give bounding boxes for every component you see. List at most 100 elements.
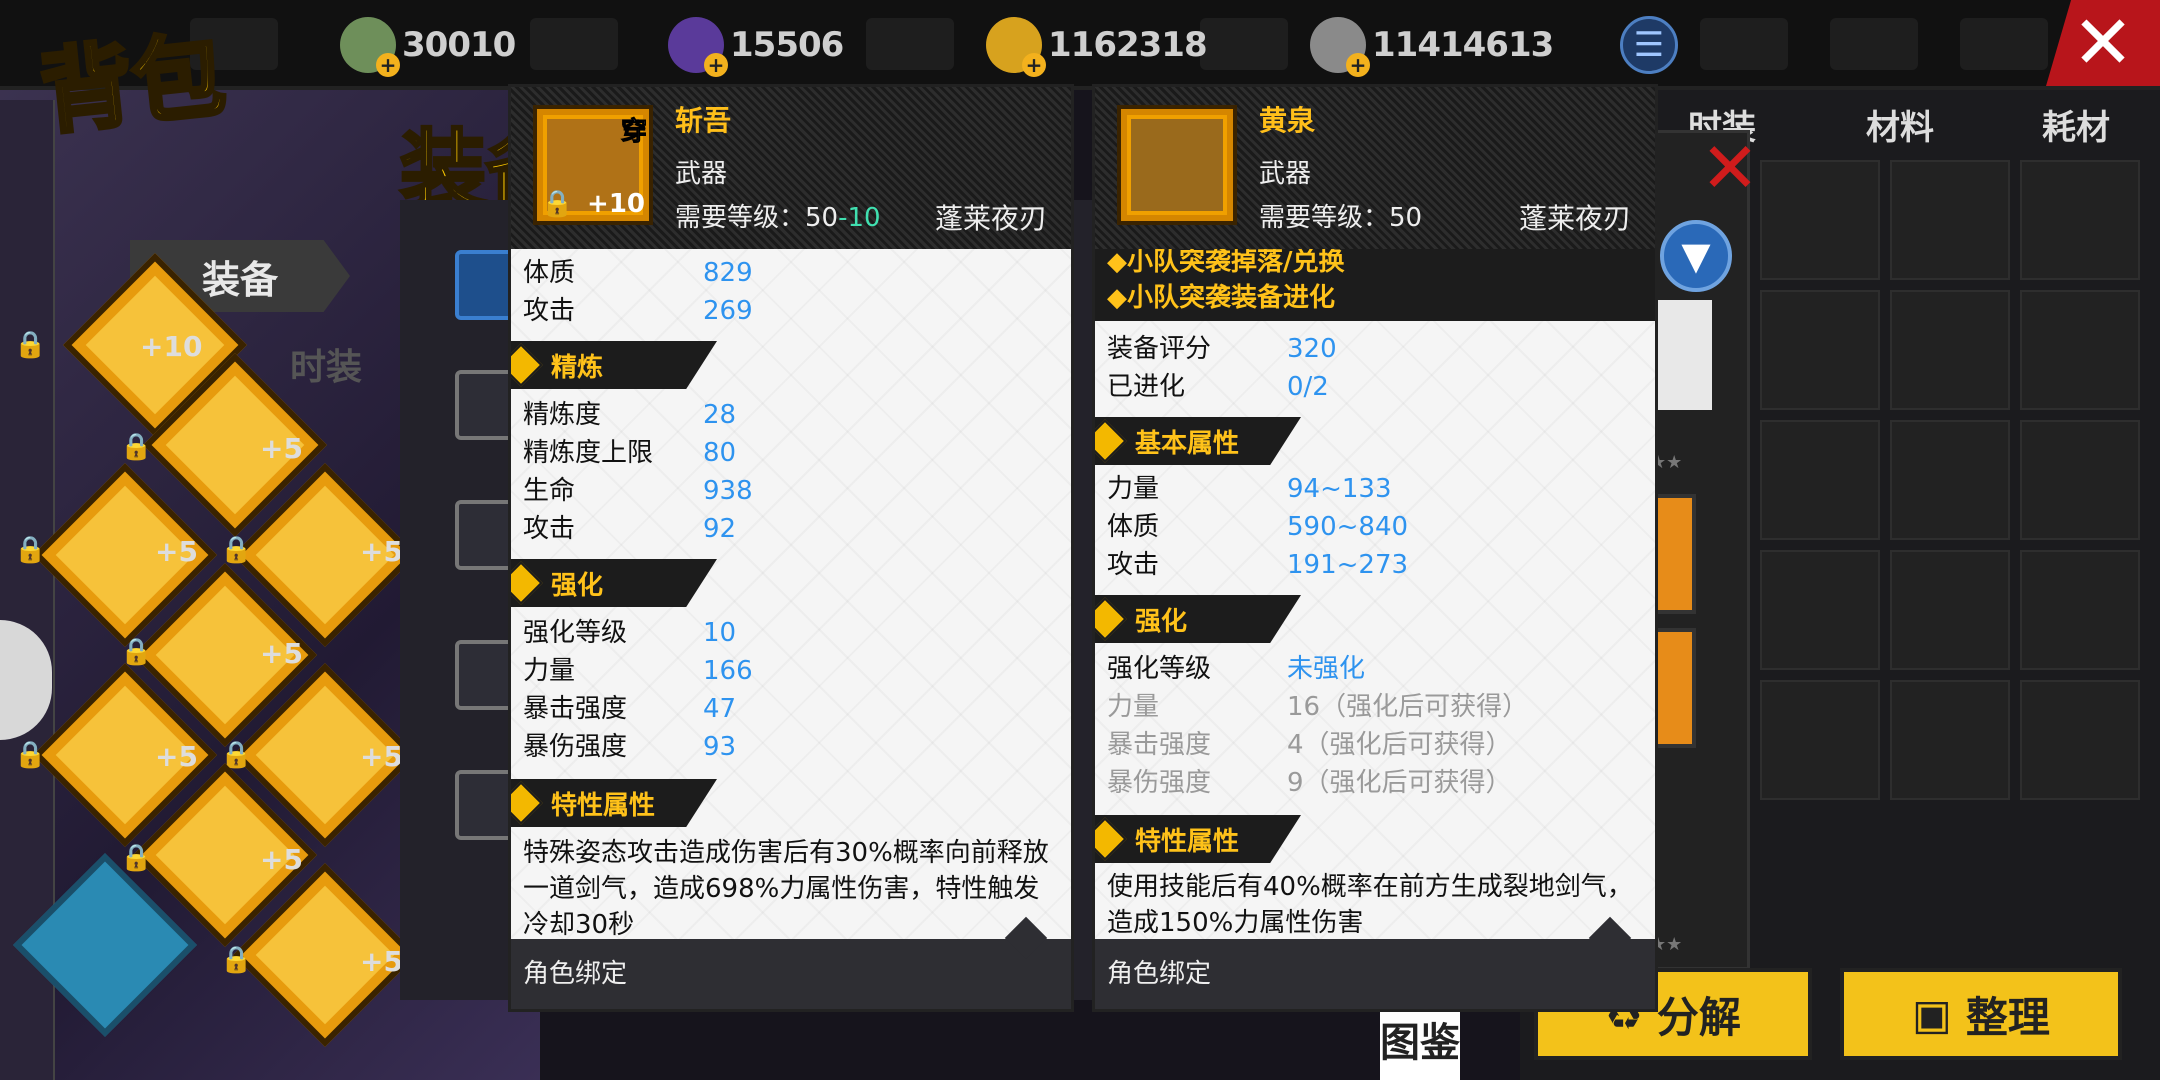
bar-slot: [1200, 18, 1288, 70]
stat-value: 80: [703, 438, 737, 468]
inventory-cell[interactable]: [1890, 160, 2010, 280]
tooltip-body: 体质 829 攻击 269 精炼 精炼度 28 精炼度上限 80 生命 938 攻击 92 …: [511, 249, 1071, 945]
inventory-cell[interactable]: [1890, 290, 2010, 410]
star-icon: [511, 561, 543, 605]
currency-value: 30010: [402, 25, 516, 65]
bar-slot: [1700, 18, 1788, 70]
inventory-cell[interactable]: [1760, 680, 1880, 800]
stat-value: 未强化: [1287, 654, 1366, 684]
section-header-enhance: 强化: [1095, 595, 1301, 643]
required-level-label: 需要等级：: [1259, 203, 1390, 233]
inventory-cell[interactable]: [2020, 550, 2140, 670]
stat-name: 装备评分: [1107, 334, 1212, 364]
item-set: 蓬莱夜刃: [934, 202, 1047, 235]
stat-name: 生命: [523, 476, 576, 506]
source-link[interactable]: ◆小队突袭装备进化: [1107, 277, 1335, 314]
source-links: ◆小队突袭掉落/兑换 ◆小队突袭装备进化: [1095, 249, 1655, 321]
slot-level: +5: [360, 740, 403, 773]
bar-slot: [530, 18, 618, 70]
currency-silver[interactable]: + 11414613: [1310, 14, 1554, 77]
stat-value: 4（强化后可获得）: [1287, 730, 1512, 760]
stat-value: 93: [703, 732, 737, 762]
decompose-label: 分解: [1656, 992, 1741, 1042]
atlas-button[interactable]: 图鉴: [1380, 1010, 1460, 1080]
tooltip-body: ◆小队突袭掉落/兑换 ◆小队突袭装备进化 装备评分 320 已进化 0/2 基本属性…: [1095, 249, 1655, 945]
slot-level: +5: [360, 945, 403, 978]
required-level: 需要等级：50: [1259, 197, 1422, 234]
stat-name: 力量: [1107, 692, 1160, 722]
equipped-badge: 穿: [620, 117, 647, 148]
inventory-cell[interactable]: [1890, 680, 2010, 800]
currency-crystal[interactable]: + 15506: [668, 14, 844, 77]
inventory-cell[interactable]: [1760, 550, 1880, 670]
gold-coin-icon: +: [986, 17, 1046, 77]
currency-bar: + 30010 + 15506 + 1162318 + 11414613: [0, 0, 2160, 90]
inventory-cell[interactable]: [1760, 290, 1880, 410]
lock-icon: 🔒: [220, 945, 253, 975]
required-level-value: 50: [1389, 203, 1423, 233]
trait-description: 使用技能后有40%概率在前方生成裂地剑气，造成150%力属性伤害: [1107, 872, 1633, 938]
item-name: 黄泉: [1259, 104, 1316, 137]
tab-materials[interactable]: 材料: [1866, 100, 1934, 149]
lock-icon: 🔒: [120, 432, 153, 462]
currency-gold[interactable]: + 1162318: [986, 14, 1208, 77]
slot-level: +10: [140, 330, 203, 363]
close-icon[interactable]: ✕: [1700, 133, 1760, 203]
item-tooltip-equipped: 穿 🔒 +10 斩吾 武器 需要等级：50-10 蓬莱夜刃 体质 829 攻击 26…: [508, 84, 1074, 1012]
section-header-base: 基本属性: [1095, 417, 1301, 465]
source-link[interactable]: ◆小队突袭掉落/兑换: [1107, 249, 1345, 278]
section-header-trait: 特性属性: [511, 779, 717, 827]
stat-value: 938: [703, 476, 753, 506]
section-title: 特性属性: [551, 791, 656, 821]
section-title: 精炼: [551, 353, 604, 383]
required-level-label: 需要等级：: [675, 203, 806, 233]
page-title: 背包: [34, 19, 232, 150]
section-title: 强化: [1135, 607, 1188, 637]
tab-consumables[interactable]: 耗材: [2042, 100, 2110, 149]
slot-level: +5: [260, 637, 303, 670]
trait-description: 特殊姿态攻击造成伤害后有30%概率向前释放一道剑气，造成698%力属性伤害，特性…: [523, 838, 1049, 940]
lock-icon: 🔒: [14, 535, 47, 565]
section-header-enhance: 强化: [511, 559, 717, 607]
currency-cash[interactable]: + 30010: [340, 14, 516, 77]
bar-slot: [866, 18, 954, 70]
item-set: 蓬莱夜刃: [1518, 202, 1631, 235]
tooltip-header: 穿 🔒 +10 斩吾 武器 需要等级：50-10 蓬莱夜刃: [511, 87, 1071, 249]
stat-value: 166: [703, 656, 753, 686]
inventory-cell[interactable]: [1760, 160, 1880, 280]
bar-slot: [1960, 18, 2048, 70]
item-type: 武器: [1259, 159, 1312, 189]
currency-value: 15506: [730, 25, 844, 65]
stat-value: 590~840: [1287, 512, 1409, 542]
stat-value: 191~273: [1287, 550, 1409, 580]
inventory-cell[interactable]: [2020, 680, 2140, 800]
organize-button[interactable]: ▣ 整理: [1840, 968, 2122, 1060]
organize-label: 整理: [1965, 992, 2050, 1042]
item-tooltip-compare: 黄泉 武器 需要等级：50 蓬莱夜刃 ◆小队突袭掉落/兑换 ◆小队突袭装备进化 …: [1092, 84, 1658, 1012]
stat-name: 体质: [1107, 512, 1160, 542]
slot-level: +5: [155, 740, 198, 773]
binding-status: 角色绑定: [523, 959, 628, 989]
star-icon: [511, 781, 543, 825]
inventory-cell[interactable]: [2020, 420, 2140, 540]
stat-value: 320: [1287, 334, 1337, 364]
lock-icon: 🔒: [220, 535, 253, 565]
inventory-cell[interactable]: [1890, 550, 2010, 670]
stat-value: 92: [703, 514, 737, 544]
stat-name: 暴伤强度: [1107, 768, 1212, 798]
cash-icon: +: [340, 17, 400, 77]
chevron-down-icon[interactable]: ▼: [1660, 220, 1732, 292]
inventory-cell[interactable]: [1760, 420, 1880, 540]
sword-icon: 穿 🔒 +10: [533, 105, 653, 225]
inventory-cell[interactable]: [2020, 290, 2140, 410]
tooltip-footer: 角色绑定: [511, 916, 1071, 1009]
stat-value: 269: [703, 296, 753, 326]
lock-icon: 🔒: [120, 843, 153, 873]
lock-icon: 🔒: [541, 189, 574, 219]
inventory-cell[interactable]: [2020, 160, 2140, 280]
stat-value: 0/2: [1287, 372, 1329, 402]
menu-icon[interactable]: ☰: [1620, 16, 1678, 74]
stat-name: 暴击强度: [1107, 730, 1212, 760]
inventory-cell[interactable]: [1890, 420, 2010, 540]
tab-fashion-left[interactable]: 时装: [290, 338, 362, 390]
